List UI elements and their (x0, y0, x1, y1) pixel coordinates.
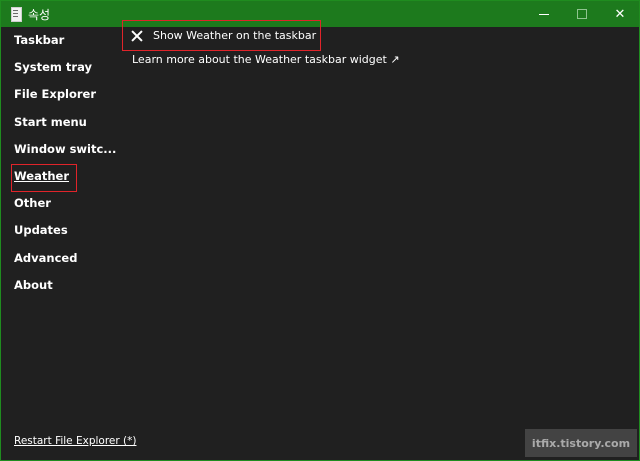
close-button[interactable]: ✕ (601, 1, 639, 27)
minimize-icon (539, 13, 549, 15)
weather-settings-panel: Show Weather on the taskbar Learn more a… (119, 20, 639, 460)
sidebar-item-start-menu[interactable]: Start menu (14, 115, 87, 129)
sidebar-item-window-switcher[interactable]: Window switc... (14, 142, 116, 156)
sidebar-item-file-explorer[interactable]: File Explorer (14, 87, 96, 101)
x-icon (131, 30, 143, 42)
show-weather-toggle[interactable]: Show Weather on the taskbar (131, 29, 316, 42)
maximize-icon (577, 9, 587, 19)
minimize-button[interactable] (525, 1, 563, 27)
sidebar-item-updates[interactable]: Updates (14, 223, 68, 237)
sidebar-item-system-tray[interactable]: System tray (14, 60, 92, 74)
maximize-button[interactable] (563, 1, 601, 27)
show-weather-label: Show Weather on the taskbar (153, 29, 317, 42)
sidebar: Taskbar System tray File Explorer Start … (1, 27, 136, 460)
window-title: 속성 (28, 7, 51, 22)
learn-more-link[interactable]: Learn more about the Weather taskbar wid… (132, 53, 400, 66)
sidebar-item-taskbar[interactable]: Taskbar (14, 33, 64, 47)
properties-window: 속성 ✕ Taskbar System tray File Explorer S… (0, 0, 640, 461)
weather-highlight-box (11, 164, 77, 192)
watermark: itfix.tistory.com (525, 429, 637, 457)
sidebar-item-advanced[interactable]: Advanced (14, 251, 77, 265)
document-icon (10, 6, 22, 22)
sidebar-item-other[interactable]: Other (14, 196, 51, 210)
close-icon: ✕ (614, 6, 626, 22)
sidebar-item-about[interactable]: About (14, 278, 53, 292)
